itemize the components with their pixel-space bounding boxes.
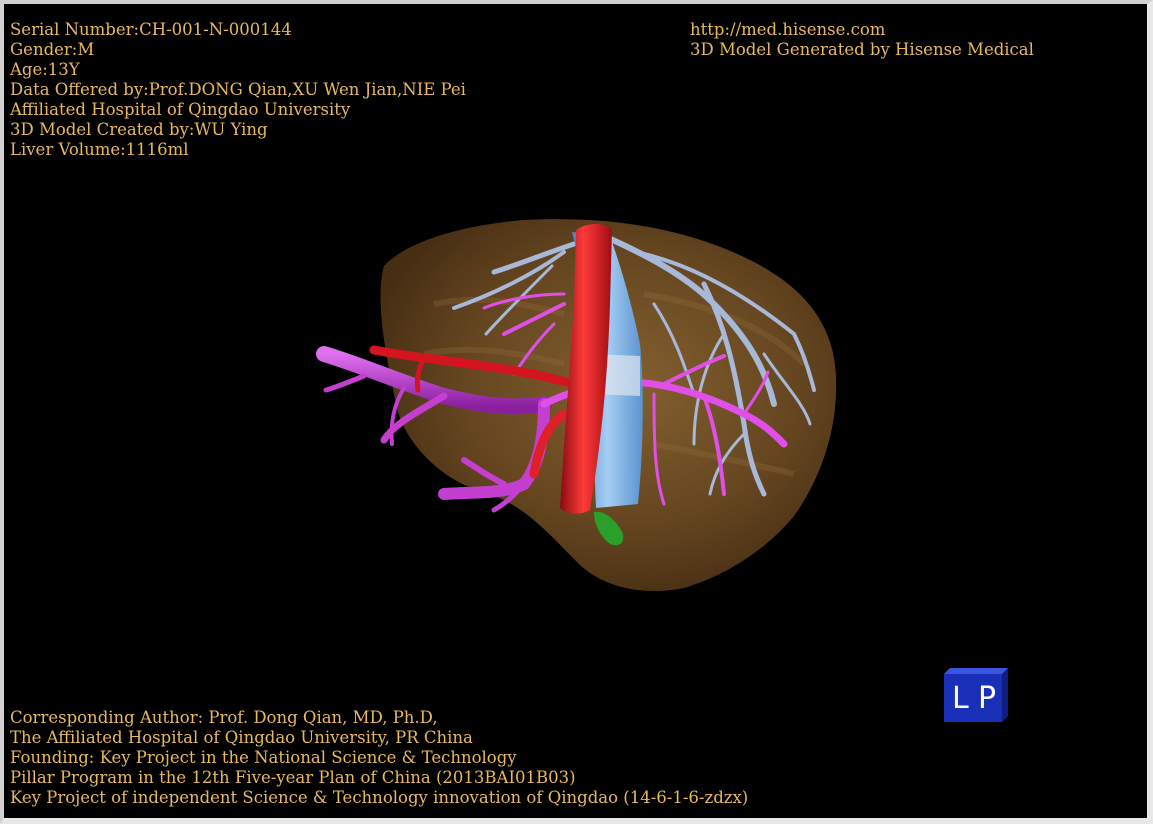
patient-info-block: Serial Number:CH-001-N-000144 Gender:M A… <box>10 20 466 160</box>
site-info-block: http://med.hisense.com 3D Model Generate… <box>690 20 1034 60</box>
funding-line3: Key Project of independent Science & Tec… <box>10 788 749 807</box>
hospital: Affiliated Hospital of Qingdao Universit… <box>10 100 351 119</box>
site-url: http://med.hisense.com <box>690 20 886 39</box>
credits-block: Corresponding Author: Prof. Dong Qian, M… <box>10 708 748 808</box>
model-created-by: 3D Model Created by:WU Ying <box>10 120 268 139</box>
generator-credit: 3D Model Generated by Hisense Medical <box>690 40 1034 59</box>
funding-line2: Pillar Program in the 12th Five-year Pla… <box>10 768 576 787</box>
funding-line1: Founding: Key Project in the National Sc… <box>10 748 517 767</box>
gender: Gender:M <box>10 40 95 59</box>
corresponding-author: Corresponding Author: Prof. Dong Qian, M… <box>10 708 438 727</box>
orientation-left-label: L <box>952 681 969 716</box>
3d-viewport[interactable]: Serial Number:CH-001-N-000144 Gender:M A… <box>0 0 1153 824</box>
data-offered-by: Data Offered by:Prof.DONG Qian,XU Wen Ji… <box>10 80 466 99</box>
liver-volume: Liver Volume:1116ml <box>10 140 189 159</box>
serial-number: Serial Number:CH-001-N-000144 <box>10 20 292 39</box>
orientation-cube[interactable]: L P <box>944 668 1008 722</box>
age: Age:13Y <box>10 60 80 79</box>
affiliation: The Affiliated Hospital of Qingdao Unive… <box>10 728 473 747</box>
orientation-posterior-label: P <box>978 681 996 716</box>
